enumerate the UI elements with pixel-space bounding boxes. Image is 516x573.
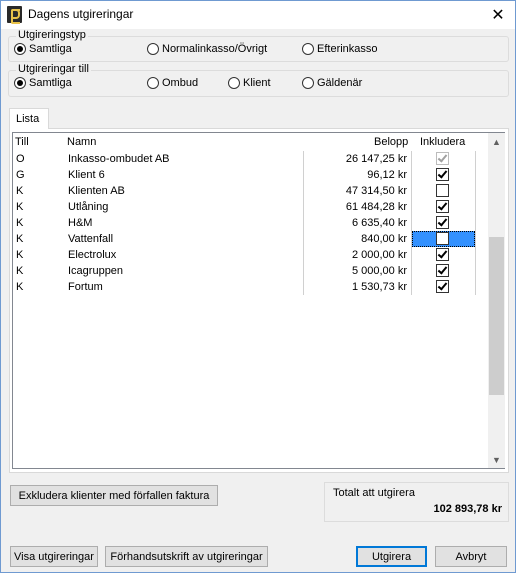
- column-header-belopp[interactable]: Belopp: [374, 136, 408, 148]
- column-header-till[interactable]: Till: [15, 136, 29, 148]
- cell-till: K: [16, 281, 24, 293]
- cell-belopp: 61 484,28 kr: [345, 201, 407, 213]
- checkmark-icon: [437, 264, 448, 275]
- checkmark-icon: [437, 280, 448, 291]
- radio-circle-icon: [302, 77, 314, 89]
- close-button[interactable]: ✕: [481, 1, 515, 29]
- include-checkbox[interactable]: [436, 232, 449, 245]
- include-checkbox[interactable]: [436, 184, 449, 197]
- table-row[interactable]: K Icagruppen 5 000,00 kr: [13, 263, 488, 279]
- radio-label: Gäldenär: [317, 77, 363, 89]
- radio-circle-icon: [14, 43, 26, 55]
- cell-belopp: 47 314,50 kr: [345, 185, 407, 197]
- radio-circle-icon: [228, 77, 240, 89]
- scroll-down-icon[interactable]: ▼: [488, 451, 505, 468]
- cell-till: G: [16, 169, 25, 181]
- radio-label: Ombud: [162, 77, 199, 89]
- total-box: Totalt att utgirera 102 893,78 kr: [324, 482, 509, 522]
- radio-till-samtliga[interactable]: Samtliga: [14, 76, 72, 90]
- radio-label: Normalinkasso/Övrigt: [162, 43, 268, 55]
- cell-till: K: [16, 249, 24, 261]
- cell-namn: Vattenfall: [68, 233, 114, 245]
- window-title: Dagens utgireringar: [28, 7, 134, 21]
- exclude-clients-button[interactable]: Exkludera klienter med förfallen faktura: [10, 485, 218, 506]
- column-header-namn[interactable]: Namn: [67, 136, 96, 148]
- tab-lista[interactable]: Lista: [9, 108, 49, 129]
- include-checkbox: [436, 152, 449, 165]
- cell-till: K: [16, 265, 24, 277]
- table-row[interactable]: K Klienten AB 47 314,50 kr: [13, 183, 488, 199]
- cell-belopp: 840,00 kr: [361, 233, 407, 245]
- radio-label: Samtliga: [29, 43, 72, 55]
- include-checkbox[interactable]: [436, 200, 449, 213]
- total-label: Totalt att utgirera: [333, 487, 415, 499]
- title-bar: Dagens utgireringar ✕: [1, 1, 515, 29]
- checkmark-icon: [437, 200, 448, 211]
- cell-namn: Utlåning: [68, 201, 109, 213]
- radio-circle-icon: [14, 77, 26, 89]
- cancel-button[interactable]: Avbryt: [435, 546, 507, 567]
- table-row[interactable]: K Vattenfall 840,00 kr: [13, 231, 488, 247]
- include-checkbox[interactable]: [436, 280, 449, 293]
- table-row[interactable]: K Electrolux 2 000,00 kr: [13, 247, 488, 263]
- cell-belopp: 5 000,00 kr: [351, 265, 407, 277]
- table-header: Till Namn Belopp Inkludera: [13, 133, 488, 151]
- cell-belopp: 6 635,40 kr: [351, 217, 407, 229]
- dialog-window: Dagens utgireringar ✕ Utgireringstyp Sam…: [0, 0, 516, 573]
- table-row[interactable]: K H&M 6 635,40 kr: [13, 215, 488, 231]
- show-utgireringar-button[interactable]: Visa utgireringar: [10, 546, 98, 567]
- app-logo-icon: [7, 6, 22, 24]
- scroll-thumb[interactable]: [489, 237, 504, 395]
- utgirera-button[interactable]: Utgirera: [356, 546, 427, 567]
- total-value: 102 893,78 kr: [433, 503, 502, 515]
- cell-namn: Fortum: [68, 281, 103, 293]
- radio-label: Efterinkasso: [317, 43, 378, 55]
- include-checkbox[interactable]: [436, 248, 449, 261]
- cell-namn: Inkasso-ombudet AB: [68, 153, 170, 165]
- cell-namn: Klienten AB: [68, 185, 125, 197]
- radio-till-galdenar[interactable]: Gäldenär: [302, 76, 362, 90]
- cell-till: O: [16, 153, 25, 165]
- vertical-scrollbar[interactable]: ▲ ▼: [488, 133, 505, 468]
- preview-print-button[interactable]: Förhandsutskrift av utgireringar: [105, 546, 268, 567]
- checkmark-icon: [437, 216, 448, 227]
- radio-circle-icon: [147, 43, 159, 55]
- checkmark-icon: [437, 248, 448, 259]
- include-checkbox[interactable]: [436, 264, 449, 277]
- cell-till: K: [16, 185, 24, 197]
- radio-label: Samtliga: [29, 77, 72, 89]
- checkmark-icon: [437, 152, 448, 163]
- include-checkbox[interactable]: [436, 168, 449, 181]
- radio-typ-efterinkasso[interactable]: Efterinkasso: [302, 42, 378, 56]
- cell-namn: Klient 6: [68, 169, 105, 181]
- cell-namn: Icagruppen: [68, 265, 124, 277]
- include-checkbox[interactable]: [436, 216, 449, 229]
- checkmark-icon: [437, 168, 448, 179]
- cell-belopp: 1 530,73 kr: [351, 281, 407, 293]
- column-header-inkludera[interactable]: Inkludera: [420, 136, 465, 148]
- cell-belopp: 2 000,00 kr: [351, 249, 407, 261]
- table-row[interactable]: G Klient 6 96,12 kr: [13, 167, 488, 183]
- radio-circle-icon: [147, 77, 159, 89]
- radio-typ-samtliga[interactable]: Samtliga: [14, 42, 72, 56]
- table-row[interactable]: O Inkasso-ombudet AB 26 147,25 kr: [13, 151, 488, 167]
- radio-till-ombud[interactable]: Ombud: [147, 76, 198, 90]
- cell-till: K: [16, 233, 24, 245]
- utgireringar-till-label: Utgireringar till: [16, 63, 91, 75]
- cell-till: K: [16, 201, 24, 213]
- table-row[interactable]: K Fortum 1 530,73 kr: [13, 279, 488, 295]
- cell-namn: Electrolux: [68, 249, 117, 261]
- radio-label: Klient: [243, 77, 271, 89]
- cell-belopp: 96,12 kr: [367, 169, 407, 181]
- cell-belopp: 26 147,25 kr: [345, 153, 407, 165]
- cell-namn: H&M: [68, 217, 93, 229]
- table-row[interactable]: K Utlåning 61 484,28 kr: [13, 199, 488, 215]
- utgireringstyp-label: Utgireringstyp: [16, 29, 88, 41]
- utgireringar-table: Till Namn Belopp Inkludera O Inkasso-ombu…: [12, 132, 505, 469]
- scroll-up-icon[interactable]: ▲: [488, 133, 505, 150]
- radio-typ-normalinkasso[interactable]: Normalinkasso/Övrigt: [147, 42, 267, 56]
- radio-till-klient[interactable]: Klient: [228, 76, 271, 90]
- radio-circle-icon: [302, 43, 314, 55]
- cell-till: K: [16, 217, 24, 229]
